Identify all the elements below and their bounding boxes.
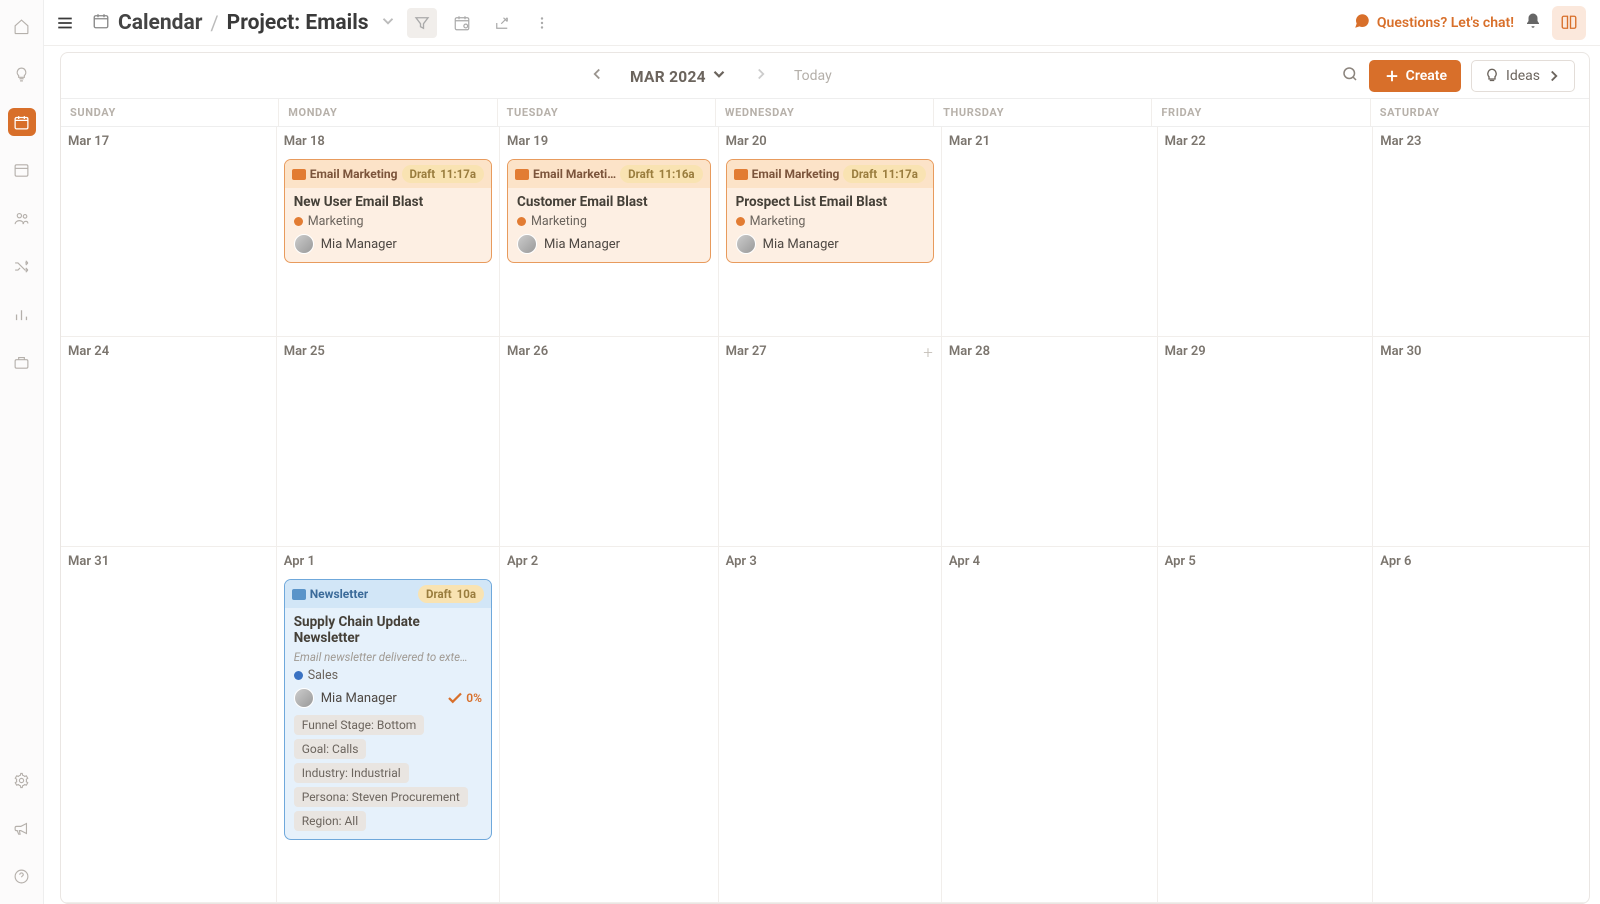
day-cell[interactable]: Mar 30 [1373,337,1589,547]
event-card[interactable]: Email MarketingDraft11:17a Prospect List… [726,159,934,263]
tag-dot [517,217,526,226]
chat-icon [1353,12,1371,34]
card-title: Customer Email Blast [517,194,701,210]
nav-briefcase-icon[interactable] [8,348,36,376]
day-cell[interactable]: Mar 17 [61,127,277,337]
avatar [294,234,314,254]
breadcrumb-calendar[interactable]: Calendar [118,11,202,35]
day-cell[interactable]: Apr 2 [500,547,719,903]
status-badge: Draft11:16a [620,165,702,183]
create-button[interactable]: Create [1369,60,1461,92]
menu-icon[interactable] [48,6,82,40]
nav-announce-icon[interactable] [8,814,36,842]
nav-people-icon[interactable] [8,204,36,232]
day-cell[interactable]: Mar 24 [61,337,277,547]
bell-icon[interactable] [1524,12,1542,34]
ideas-button[interactable]: Ideas [1471,60,1575,92]
nav-home-icon[interactable] [8,12,36,40]
day-cell[interactable]: Apr 1 NewsletterDraft10a Supply Chain Up… [277,547,500,903]
newsletter-icon [292,589,306,600]
nav-bulb-icon[interactable] [8,60,36,88]
calendar-grid: Mar 17 Mar 18 Email MarketingDraft11:17a… [61,127,1589,903]
status-badge: Draft10a [418,585,484,603]
breadcrumb: Calendar / Project: Emails [92,11,397,35]
day-cell[interactable]: Apr 3 [719,547,942,903]
topbar: Calendar / Project: Emails Questions? Le… [44,0,1600,46]
avatar [517,234,537,254]
dow: SUNDAY [61,99,279,126]
chip: Region: All [294,811,366,831]
chip: Funnel Stage: Bottom [294,715,425,735]
day-cell[interactable]: Mar 18 Email MarketingDraft11:17a New Us… [277,127,500,337]
search-icon[interactable] [1341,65,1359,87]
avatar [736,234,756,254]
today-button[interactable]: Today [794,68,832,84]
card-title: New User Email Blast [294,194,482,210]
dow-header: SUNDAY MONDAY TUESDAY WEDNESDAY THURSDAY… [61,99,1589,127]
breadcrumb-project[interactable]: Project: Emails [227,11,369,35]
event-card[interactable]: Email Marketi…Draft11:16a Customer Email… [507,159,711,263]
day-cell[interactable]: Apr 5 [1158,547,1374,903]
dow: TUESDAY [498,99,716,126]
card-desc: Email newsletter delivered to exte… [294,650,482,664]
mail-icon [292,169,306,180]
status-badge: Draft11:17a [843,165,925,183]
day-cell[interactable]: Mar 21 [942,127,1158,337]
nav-settings-icon[interactable] [8,766,36,794]
progress: 0% [446,689,482,707]
status-badge: Draft11:17a [402,165,484,183]
day-cell[interactable]: Mar 25 [277,337,500,547]
tag-dot [736,217,745,226]
chip: Persona: Steven Procurement [294,787,468,807]
nav-board-icon[interactable] [8,156,36,184]
dow: THURSDAY [934,99,1152,126]
nav-shuffle-icon[interactable] [8,252,36,280]
chip: Industry: Industrial [294,763,409,783]
book-icon[interactable] [1552,6,1586,40]
tag-dot [294,217,303,226]
day-cell[interactable]: Mar 31 [61,547,277,903]
card-title: Prospect List Email Blast [736,194,924,210]
day-cell[interactable]: Mar 26 [500,337,719,547]
nav-calendar-icon[interactable] [8,108,36,136]
next-month-icon[interactable] [748,61,774,91]
day-cell[interactable]: Mar 29 [1158,337,1374,547]
chevron-down-icon[interactable] [379,12,397,34]
dow: MONDAY [279,99,497,126]
calendar-small-icon [92,12,110,34]
card-title: Supply Chain Update Newsletter [294,614,482,646]
avatar [294,688,314,708]
dow: SATURDAY [1371,99,1589,126]
chat-label: Questions? Let's chat! [1377,15,1514,31]
left-nav [0,0,44,904]
day-cell[interactable]: Mar 20 Email MarketingDraft11:17a Prospe… [719,127,942,337]
nav-help-icon[interactable] [8,862,36,890]
dow: WEDNESDAY [716,99,934,126]
kebab-icon[interactable] [527,8,557,38]
nav-analytics-icon[interactable] [8,300,36,328]
breadcrumb-sep: / [210,11,218,35]
day-cell[interactable]: Apr 4 [942,547,1158,903]
event-card[interactable]: Email MarketingDraft11:17a New User Emai… [284,159,492,263]
day-cell[interactable]: Mar 22 [1158,127,1374,337]
calendar-settings-icon[interactable] [447,8,477,38]
prev-month-icon[interactable] [584,61,610,91]
day-cell[interactable]: Apr 6 [1373,547,1589,903]
event-card[interactable]: NewsletterDraft10a Supply Chain Update N… [284,579,492,840]
day-cell[interactable]: Mar 28 [942,337,1158,547]
tag-dot [294,671,303,680]
mail-icon [515,169,529,180]
day-cell[interactable]: Mar 23 [1373,127,1589,337]
day-cell[interactable]: Mar 27+ [719,337,942,547]
mail-icon [734,169,748,180]
chat-link[interactable]: Questions? Let's chat! [1353,12,1514,34]
share-icon[interactable] [487,8,517,38]
filter-icon[interactable] [407,8,437,38]
month-label[interactable]: MAR 2024 [630,65,728,86]
add-icon[interactable]: + [923,343,933,363]
chip: Goal: Calls [294,739,367,759]
dow: FRIDAY [1152,99,1370,126]
calendar: MAR 2024 Today Create Ideas SUNDAY MONDA… [60,52,1590,904]
day-cell[interactable]: Mar 19 Email Marketi…Draft11:16a Custome… [500,127,719,337]
